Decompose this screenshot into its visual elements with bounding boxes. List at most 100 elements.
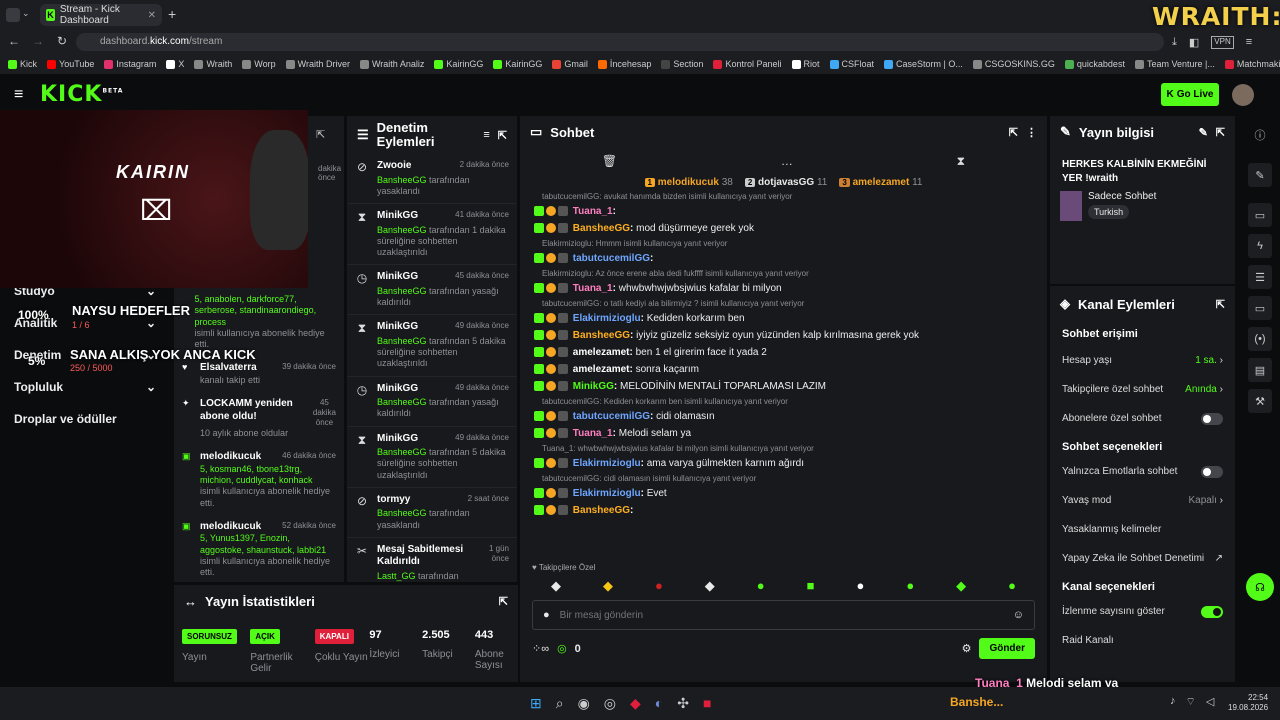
- steam-icon[interactable]: ◎: [604, 695, 616, 712]
- extension-icon[interactable]: ◧: [1189, 36, 1199, 49]
- list-icon[interactable]: ☰: [1248, 265, 1272, 289]
- browser-tab-active[interactable]: K Stream - Kick Dashboard ✕: [40, 4, 162, 26]
- back-icon[interactable]: ←: [8, 34, 20, 48]
- subs-only-toggle[interactable]: [1201, 412, 1223, 425]
- chat-icon[interactable]: ▭: [1248, 296, 1272, 320]
- bookmark-item[interactable]: KairinGG: [493, 59, 542, 69]
- clock[interactable]: 22:54 19.08.2026: [1228, 693, 1268, 714]
- bookmark-item[interactable]: X: [166, 59, 184, 69]
- chat-message-field[interactable]: [559, 609, 1003, 621]
- trash-icon[interactable]: 🗑: [602, 154, 617, 169]
- new-tab-icon[interactable]: +: [168, 6, 176, 22]
- info-icon[interactable]: ⓘ: [1248, 123, 1272, 147]
- popout-icon[interactable]: ⇱: [1216, 298, 1225, 311]
- account-age-setting[interactable]: Hesap yaşı 1 sa. ›: [1050, 346, 1235, 375]
- bookmark-item[interactable]: Section: [661, 59, 703, 69]
- windows-start-icon[interactable]: ⊞: [530, 695, 542, 712]
- gifter-1[interactable]: 1 melodikucuk 38: [644, 177, 733, 188]
- bookmark-item[interactable]: quickabdest: [1064, 59, 1125, 69]
- bookmark-item[interactable]: Wraith Analiz: [359, 59, 424, 69]
- emote-icon[interactable]: ◆: [603, 578, 613, 594]
- vpn-icon[interactable]: VPN: [1211, 36, 1234, 49]
- more-options-icon[interactable]: ⋮: [1026, 126, 1037, 139]
- chat-username[interactable]: BansheeGG: [573, 505, 630, 516]
- gifter-2[interactable]: 2 dotjavasGG 11: [744, 177, 827, 188]
- gifter-3[interactable]: 3 amelezamet 11: [839, 177, 922, 188]
- bookmark-item[interactable]: Kontrol Paneli: [713, 59, 782, 69]
- bookmark-item[interactable]: Instagram: [104, 59, 156, 69]
- bookmark-item[interactable]: CSFloat: [829, 59, 874, 69]
- bookmark-item[interactable]: CSGOSKINS.GG: [972, 59, 1055, 69]
- bookmark-item[interactable]: Kick: [8, 59, 37, 69]
- lightning-icon[interactable]: ϟ: [1248, 234, 1272, 258]
- support-icon[interactable]: ☊: [1246, 573, 1274, 601]
- go-live-button[interactable]: K Go Live: [1161, 83, 1219, 106]
- filter-icon[interactable]: ≡: [483, 129, 489, 141]
- microphone-icon[interactable]: ♪: [1170, 695, 1176, 709]
- discord-icon[interactable]: ◐: [655, 695, 663, 712]
- emote-icon[interactable]: ●: [856, 578, 864, 594]
- kick-logo[interactable]: KICKBETA: [40, 82, 123, 107]
- chat-username[interactable]: tabutcucemilGG: [573, 253, 650, 264]
- emoji-icon[interactable]: ☺: [1013, 609, 1024, 621]
- bookmark-item[interactable]: Wraith: [194, 59, 232, 69]
- category-name[interactable]: Sadece Sohbet: [1088, 191, 1156, 202]
- popout-icon[interactable]: ⇱: [316, 128, 325, 141]
- edit-icon[interactable]: ✎: [1199, 126, 1208, 139]
- emote-icon[interactable]: ◆: [956, 578, 966, 594]
- emote-icon[interactable]: ◆: [705, 578, 715, 594]
- app-icon[interactable]: ■: [703, 695, 711, 712]
- stream-icon[interactable]: (•): [1248, 327, 1272, 351]
- popout-icon[interactable]: ⇱: [1009, 126, 1018, 139]
- show-viewers-toggle[interactable]: [1201, 605, 1223, 618]
- nav-item-drops[interactable]: Droplar ve ödüller: [0, 403, 172, 435]
- emote-icon[interactable]: ●: [655, 578, 663, 594]
- bookmark-item[interactable]: Wraith Driver: [285, 59, 350, 69]
- chat-username[interactable]: amelezamet: [573, 364, 630, 375]
- settings-gear-icon[interactable]: ⚙: [962, 642, 972, 655]
- bookmark-item[interactable]: KairinGG: [434, 59, 483, 69]
- vivaldi-icon[interactable]: ◆: [630, 695, 641, 712]
- wifi-icon[interactable]: ⌔: [1186, 695, 1196, 709]
- download-icon[interactable]: ⤓: [1172, 36, 1177, 49]
- url-field[interactable]: dashboard.kick.com/stream: [76, 33, 1164, 51]
- hourglass-icon[interactable]: ⧗: [957, 154, 965, 169]
- banned-words-setting[interactable]: Yasaklanmış kelimeler: [1050, 515, 1235, 544]
- bookmark-item[interactable]: Team Venture |...: [1134, 59, 1215, 69]
- chat-username[interactable]: amelezamet: [573, 347, 630, 358]
- popout-icon[interactable]: ⇱: [1216, 126, 1225, 139]
- chat-username[interactable]: BansheeGG: [573, 330, 630, 341]
- volume-icon[interactable]: ◁: [1206, 695, 1214, 709]
- wrench-icon[interactable]: ⚒: [1248, 389, 1272, 413]
- bookmark-item[interactable]: Matchmaking: [1224, 59, 1280, 69]
- chat-username[interactable]: Tuana_1: [573, 283, 613, 294]
- bookmark-item[interactable]: Gmail: [552, 59, 588, 69]
- tab-close-icon[interactable]: ✕: [148, 10, 156, 21]
- avatar[interactable]: [1232, 84, 1254, 106]
- tab-list-icon[interactable]: ⌄: [22, 8, 30, 19]
- bookmark-item[interactable]: Worp: [242, 59, 276, 69]
- search-icon[interactable]: ⌕: [556, 695, 564, 712]
- popout-icon[interactable]: ⇱: [498, 129, 507, 142]
- send-button[interactable]: Gönder: [979, 638, 1035, 659]
- chat-username[interactable]: tabutcucemilGG: [573, 411, 650, 422]
- forward-icon[interactable]: →: [32, 34, 44, 48]
- bookmark-item[interactable]: CaseStorm | O...: [884, 59, 963, 69]
- reload-icon[interactable]: ↻: [57, 34, 67, 48]
- video-icon[interactable]: ▭: [1248, 203, 1272, 227]
- moderation-icon[interactable]: ▤: [1248, 358, 1272, 382]
- raid-setting[interactable]: Raid Kanalı: [1050, 626, 1235, 655]
- bookmark-item[interactable]: YouTube: [47, 59, 94, 69]
- chat-username[interactable]: MinikGG: [573, 381, 614, 392]
- chat-username[interactable]: Elakirmizioglu: [573, 488, 641, 499]
- emote-icon[interactable]: ■: [807, 578, 815, 594]
- menu-icon[interactable]: ≡: [1246, 36, 1252, 49]
- channel-points-icon[interactable]: ⁘∞: [532, 642, 549, 655]
- chat-username[interactable]: Tuana_1: [573, 206, 613, 217]
- slow-mode-setting[interactable]: Yavaş mod Kapalı ›: [1050, 486, 1235, 515]
- chat-username[interactable]: BansheeGG: [573, 223, 630, 234]
- chat-username[interactable]: Tuana_1: [573, 428, 613, 439]
- chat-dots-icon[interactable]: …: [781, 154, 793, 169]
- emote-icon[interactable]: ●: [757, 578, 765, 594]
- edit-icon[interactable]: ✎: [1248, 163, 1272, 187]
